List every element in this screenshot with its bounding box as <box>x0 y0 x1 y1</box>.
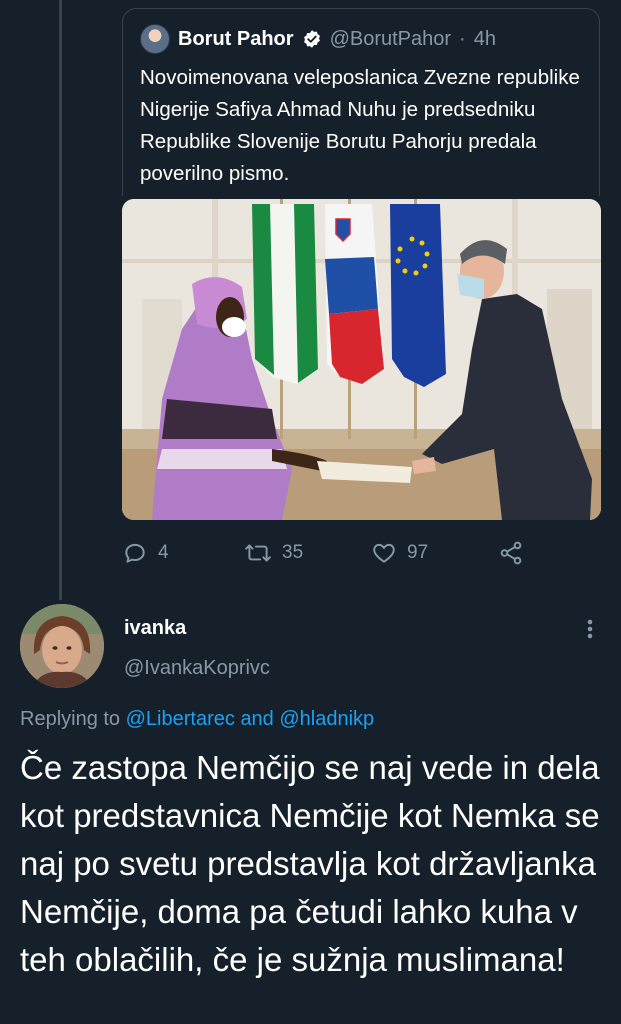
quoted-tweet-time[interactable]: 4h <box>474 28 496 51</box>
ivanka-avatar[interactable] <box>20 604 104 688</box>
tweet-thread-screen: Borut Pahor @BorutPahor · 4h Novoimenova… <box>0 0 621 1024</box>
verified-badge-icon <box>302 29 322 49</box>
like-count: 97 <box>407 542 429 563</box>
retweet-action[interactable]: 35 <box>244 538 303 568</box>
tweet-action-bar: 4 35 97 <box>122 538 542 568</box>
reply-icon <box>125 543 145 563</box>
replying-prefix: Replying to <box>20 708 121 730</box>
quoted-tweet-text: Novoimenovana veleposlanica Zvezne repub… <box>140 66 580 185</box>
tweet-photo[interactable] <box>122 199 601 520</box>
mention-and: and <box>240 708 274 730</box>
replying-to-line: Replying to @Libertarec and @hladnikp <box>20 708 374 731</box>
like-icon <box>373 543 395 563</box>
reply-count: 4 <box>158 542 169 563</box>
more-options-icon[interactable] <box>580 614 600 644</box>
reply-text: Če zastopa Nemčijo se naj vede in dela k… <box>20 749 600 978</box>
share-action[interactable] <box>498 538 524 568</box>
mention-libertarec[interactable]: @Libertarec <box>126 708 235 730</box>
photo-illustration <box>122 199 601 520</box>
quoted-tweet-header: Borut Pahor @BorutPahor · 4h <box>140 24 496 54</box>
reply-author-handle[interactable]: @IvankaKoprivc <box>124 657 270 680</box>
thread-connector-line <box>59 0 62 600</box>
retweet-icon <box>245 544 271 562</box>
quoted-author-name[interactable]: Borut Pahor <box>178 28 294 51</box>
like-action[interactable]: 97 <box>371 538 428 568</box>
avatar-photo <box>20 604 104 688</box>
reply-action[interactable]: 4 <box>122 538 169 568</box>
borut-avatar[interactable] <box>140 24 170 54</box>
retweet-count: 35 <box>282 542 304 563</box>
quoted-author-handle[interactable]: @BorutPahor <box>330 28 451 51</box>
share-icon <box>500 541 522 565</box>
reply-author-name[interactable]: ivanka <box>124 617 186 640</box>
mention-hladnikp[interactable]: @hladnikp <box>279 708 374 730</box>
header-separator: · <box>459 27 466 50</box>
